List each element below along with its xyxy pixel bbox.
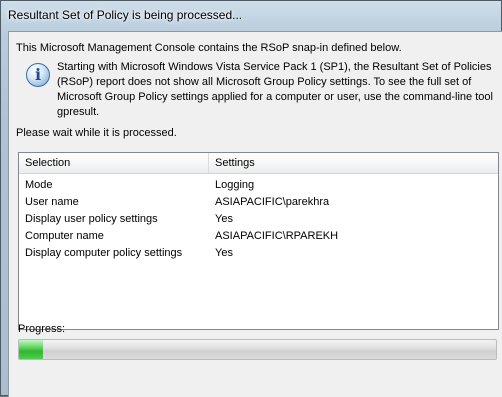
window-title: Resultant Set of Policy is being process… (8, 8, 243, 22)
list-header: Selection Settings (19, 153, 498, 174)
row-settings: Logging (215, 179, 255, 191)
progress-fill (19, 340, 43, 359)
row-selection: Mode (25, 179, 53, 191)
row-selection: Display user policy settings (25, 213, 158, 225)
row-settings: Yes (215, 213, 233, 225)
list-row[interactable]: Mode Logging (19, 177, 498, 194)
wait-text: Please wait while it is processed. (16, 127, 177, 139)
row-selection: Display computer policy settings (25, 247, 183, 259)
list-rows: Mode Logging User name ASIAPACIFIC\parek… (19, 177, 498, 262)
row-settings: ASIAPACIFIC\parekhra (215, 196, 330, 208)
row-selection: User name (25, 196, 79, 208)
notice-text: Starting with Microsoft Windows Vista Se… (57, 61, 493, 118)
dialog-content: This Microsoft Management Console contai… (8, 31, 502, 397)
list-row[interactable]: User name ASIAPACIFIC\parekhra (19, 194, 498, 211)
row-selection: Computer name (25, 230, 104, 242)
intro-text: This Microsoft Management Console contai… (16, 42, 402, 54)
title-bar[interactable]: Resultant Set of Policy is being process… (1, 1, 501, 29)
info-icon: i (26, 63, 50, 87)
list-row[interactable]: Display computer policy settings Yes (19, 245, 498, 262)
row-settings: Yes (215, 247, 233, 259)
rsop-settings-list[interactable]: Selection Settings Mode Logging User nam… (18, 152, 499, 330)
column-header-settings[interactable]: Settings (209, 153, 498, 173)
row-settings: ASIAPACIFIC\RPAREKH (215, 230, 339, 242)
column-header-selection[interactable]: Selection (19, 153, 209, 173)
progress-bar (18, 339, 497, 360)
progress-label: Progress: (18, 323, 66, 335)
list-row[interactable]: Computer name ASIAPACIFIC\RPAREKH (19, 228, 498, 245)
list-row[interactable]: Display user policy settings Yes (19, 211, 498, 228)
dialog-window: Resultant Set of Policy is being process… (0, 0, 502, 397)
